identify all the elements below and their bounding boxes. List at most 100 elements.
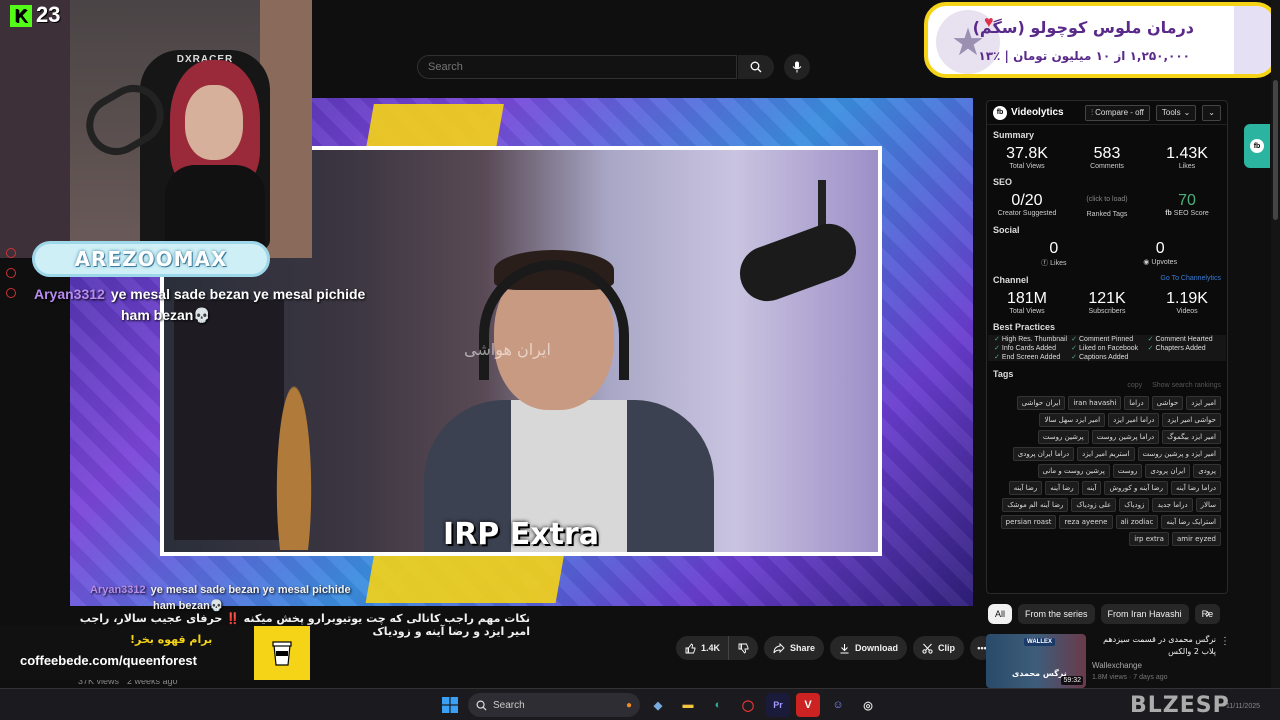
tag-chip[interactable]: پرشین روست xyxy=(1037,430,1089,444)
tag-chip[interactable]: استرایک رضا آینه xyxy=(1161,515,1221,529)
rail-icon-1[interactable] xyxy=(6,248,16,258)
page-scrollbar[interactable] xyxy=(1271,0,1280,720)
show-rankings-button[interactable]: Show search rankings xyxy=(1152,382,1221,389)
clip-button[interactable]: Clip xyxy=(913,636,965,660)
more-vertical-icon[interactable]: ⋮ xyxy=(1220,636,1230,647)
tag-chip[interactable]: ali zodiac xyxy=(1115,515,1159,529)
tag-chip[interactable]: دراما xyxy=(1124,396,1149,410)
tag-chip[interactable]: استریم امیر ایزد xyxy=(1077,447,1135,461)
tag-chip[interactable]: persian roast xyxy=(1000,515,1057,529)
taskbar-date: 11/11/2025 xyxy=(1226,703,1260,710)
channel-stats: 181M Total Views 121K Subscribers 1.19K Vid… xyxy=(987,288,1227,317)
search-icon xyxy=(476,700,487,711)
tags-heading: Tags xyxy=(993,369,1014,379)
check-icon: ✓ xyxy=(994,345,1000,352)
tag-chip[interactable]: رضا آینه xyxy=(1045,481,1079,495)
check-icon: ✓ xyxy=(1071,336,1077,343)
video-thumbnail[interactable]: WALLEX نرگس محمدی 59:32 xyxy=(986,634,1086,688)
recommended-title[interactable]: نرگس محمدی در قسمت سیزدهم پلاب 2 والکس xyxy=(1092,634,1216,658)
tag-chip[interactable]: دراما امیر ایزد xyxy=(1108,413,1160,427)
search-button[interactable] xyxy=(738,55,774,79)
copy-tags-button[interactable]: copy xyxy=(1127,382,1142,389)
desktop-screen: ایران هواشی IRP Extra DXRACER K23 AREZOO… xyxy=(0,0,1280,720)
windows-start-icon[interactable] xyxy=(438,693,462,717)
best-practice-label: High Res. Thumbnail xyxy=(1001,336,1068,343)
alert-icon: ‼️ xyxy=(226,612,240,625)
donation-banner[interactable]: برام قهوه بخر! coffeebede.com/queenfores… xyxy=(0,626,310,680)
tag-chip[interactable]: آینه xyxy=(1081,481,1102,495)
tag-chip[interactable]: دراما رضا آینه xyxy=(1171,481,1221,495)
tag-chip[interactable]: دراما ایران پرودی xyxy=(1012,447,1075,461)
tag-chip[interactable]: پرشین روست و مانی xyxy=(1037,464,1110,478)
rail-icon-2[interactable] xyxy=(6,268,16,278)
best-practice-label: Comment Pinned xyxy=(1079,336,1134,343)
channelytics-link[interactable]: Go To Channelytics xyxy=(1160,275,1221,282)
tag-chip[interactable]: دراما پرشین روست xyxy=(1091,430,1160,444)
recommended-video[interactable]: WALLEX نرگس محمدی 59:32 نرگس محمدی در قس… xyxy=(986,634,1230,690)
tag-chip[interactable]: امیر ایزد سهل سالا xyxy=(1039,413,1106,427)
edge-icon[interactable]: ◐ xyxy=(706,693,730,717)
filter-chip[interactable]: From the series xyxy=(1018,604,1095,624)
tag-chip[interactable]: reza ayeene xyxy=(1059,515,1113,529)
tag-chip[interactable]: امیر ایزد و پرشین روست xyxy=(1137,447,1221,461)
search-box[interactable] xyxy=(417,55,737,79)
copilot-icon[interactable]: ◆ xyxy=(646,693,670,717)
tag-chip[interactable]: رضا آینه الم موشک xyxy=(1002,498,1069,512)
tag-chip[interactable]: رضا آینه و کوروش xyxy=(1104,481,1168,495)
like-button[interactable]: 1.4K xyxy=(676,636,730,660)
tag-chip[interactable]: رضا آینه xyxy=(1008,481,1043,495)
recommended-views: 1.8M views xyxy=(1092,674,1128,681)
tag-chip[interactable]: ایران حواشی xyxy=(1016,396,1066,410)
stat-label-wrap: ⓕ Likes xyxy=(1014,258,1093,268)
rail-icon-3[interactable] xyxy=(6,288,16,298)
tag-chip[interactable]: پرودی xyxy=(1193,464,1221,478)
taskbar-apps: Search ● ◆ ▬ ◐ ◯ Pr V ☺ ◎ xyxy=(438,693,880,717)
discord-icon[interactable]: ☺ xyxy=(826,693,850,717)
chat-text-line2: ham bezan💀 xyxy=(121,307,211,323)
opera-icon[interactable]: ◯ xyxy=(736,693,760,717)
filter-chip[interactable]: From Iran Havashi xyxy=(1100,604,1189,624)
tag-chip[interactable]: سالار xyxy=(1195,498,1221,512)
promo-banner[interactable]: ★ ♥ درمان ملوس کوچولو (سگم) ۱,۲۵۰,۰۰۰ از… xyxy=(924,2,1278,78)
share-button[interactable]: Share xyxy=(764,636,825,660)
compare-button[interactable]: ⫶ Compare - off xyxy=(1085,104,1150,121)
tag-chip[interactable]: روست xyxy=(1112,464,1143,478)
file-explorer-icon[interactable]: ▬ xyxy=(676,693,700,717)
tag-chip[interactable]: irp extra xyxy=(1129,532,1169,546)
premiere-icon[interactable]: Pr xyxy=(766,693,790,717)
tag-chip[interactable]: حواشی امیر ایزد xyxy=(1162,413,1221,427)
obs-icon[interactable]: ◎ xyxy=(856,693,880,717)
collapse-button[interactable]: ⌄ xyxy=(1202,104,1221,121)
scissors-icon xyxy=(922,643,933,654)
check-icon: ✓ xyxy=(1147,336,1154,343)
recommended-channel[interactable]: Wallexchange xyxy=(1092,661,1142,670)
taskbar-search[interactable]: Search ● xyxy=(468,693,640,717)
tools-button[interactable]: Tools ⌄ xyxy=(1155,104,1197,121)
tag-chip[interactable]: iran havashi xyxy=(1068,396,1122,410)
share-icon xyxy=(773,642,785,653)
search-input[interactable] xyxy=(418,56,736,78)
tag-chip[interactable]: علی زودیاک xyxy=(1071,498,1117,512)
voice-search-button[interactable] xyxy=(784,54,810,80)
filter-chip[interactable]: All xyxy=(988,604,1013,624)
chevron-right-icon[interactable]: › xyxy=(1206,606,1210,620)
tag-chip[interactable]: دراما جدید xyxy=(1152,498,1193,512)
download-button[interactable]: Download xyxy=(830,636,908,660)
tag-chip[interactable]: زودیاک xyxy=(1119,498,1150,512)
scrollbar-thumb[interactable] xyxy=(1273,80,1278,220)
vivaldi-icon[interactable]: V xyxy=(796,693,820,717)
best-practice-item: ✓ Comment Pinned xyxy=(1071,335,1143,343)
blzesp-logo: BLZESP xyxy=(1130,692,1230,718)
tag-chip[interactable]: حواشی xyxy=(1151,396,1184,410)
tag-chip[interactable]: امیر ایزد بیگموگ xyxy=(1162,430,1221,444)
tag-chip[interactable]: amir eyzed xyxy=(1171,532,1221,546)
summary-stats: 37.8K Total Views 583 Comments 1.43K Likes xyxy=(987,143,1227,172)
chat-message: Aryan3312 ye mesal sade bezan ye mesal pi… xyxy=(34,284,424,305)
compare-label: Compare - off xyxy=(1095,108,1144,117)
videolytics-side-button[interactable]: fb xyxy=(1244,124,1270,168)
tag-chip[interactable]: امیر ایزد xyxy=(1186,396,1221,410)
dislike-button[interactable] xyxy=(729,636,759,660)
tag-chip[interactable]: ایران پرودی xyxy=(1145,464,1191,478)
stat-ranked-tags[interactable]: (click to load) Ranked Tags xyxy=(1067,192,1146,218)
best-practice-item xyxy=(1148,353,1220,361)
